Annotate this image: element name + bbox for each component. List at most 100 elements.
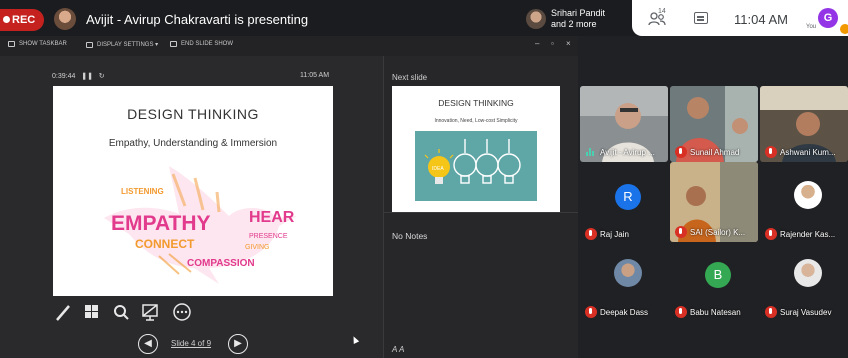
slide-title: DESIGN THINKING	[127, 106, 259, 122]
word-empathy: EMPATHY	[111, 212, 211, 235]
participant-photo-avatar	[614, 259, 642, 287]
show-taskbar-button[interactable]: SHOW TASKBAR	[8, 41, 67, 47]
next-slide-button[interactable]: ▶	[228, 334, 248, 354]
mic-off-icon	[675, 226, 687, 238]
participant-tile[interactable]: Deepak Dass	[580, 246, 668, 322]
slideshow-timer: 0:39:44 ❚❚ ↻	[52, 72, 105, 80]
display-settings-button[interactable]: DISPLAY SETTINGS ▾	[86, 41, 158, 48]
top-bar: REC Avijit - Avirup Chakravarti is prese…	[0, 0, 848, 36]
presenter-toolbar: SHOW TASKBAR DISPLAY SETTINGS ▾ END SLID…	[0, 36, 578, 56]
participant-name: Raj Jain	[600, 230, 629, 239]
participant-avatar	[526, 9, 546, 29]
speaking-icon	[586, 148, 596, 156]
pen-icon[interactable]	[56, 305, 70, 321]
bulb-label: IDEA	[432, 166, 444, 172]
word-presence: PRESENCE	[249, 233, 288, 240]
participant-name: SAI (Sailor) K...	[690, 228, 746, 237]
participant-tile[interactable]: SAI (Sailor) K...	[670, 162, 758, 242]
presenting-text: Avijit - Avirup Chakravarti is presentin…	[86, 12, 309, 27]
meeting-time: 11:04 AM	[734, 12, 788, 27]
recording-badge: REC	[0, 9, 44, 31]
light-bulbs-image: IDEA	[415, 131, 537, 201]
current-slide: DESIGN THINKING Empathy, Understanding &…	[53, 86, 333, 296]
participant-name: Sunail Ahmad	[690, 148, 740, 157]
word-hear: HEAR	[249, 209, 295, 226]
pause-icon[interactable]: ❚❚	[77, 73, 97, 80]
next-slide-panel: Next slide DESIGN THINKING Innovation, N…	[383, 56, 579, 358]
chip-line-2: and 2 more	[551, 19, 597, 29]
show-taskbar-label: SHOW TASKBAR	[19, 41, 67, 47]
slide-subtitle: Empathy, Understanding & Immersion	[108, 138, 278, 149]
chat-icon[interactable]	[694, 12, 708, 24]
taskbar-icon	[8, 41, 15, 47]
participant-name: Rajender Kas...	[780, 230, 836, 239]
mic-off-icon	[585, 306, 597, 318]
participant-photo-avatar	[794, 259, 822, 287]
mic-off-icon	[675, 146, 687, 158]
font-size-controls[interactable]: A A	[392, 345, 404, 354]
word-giving: GIVING	[245, 244, 270, 251]
empathy-bird-word-cloud: LISTENING EMPATHY HEAR CONNECT PRESENCE …	[104, 166, 297, 284]
participant-name: Deepak Dass	[600, 308, 649, 317]
mic-off-icon	[765, 228, 777, 240]
chevron-left-icon: ◀	[144, 338, 152, 349]
participant-initial-avatar: R	[615, 184, 641, 210]
participant-tile[interactable]: Suraj Vasudev	[760, 246, 848, 322]
participant-name: Babu Natesan	[690, 308, 741, 317]
next-slide-preview[interactable]: DESIGN THINKING Innovation, Need, Low-co…	[392, 86, 560, 212]
minimize-icon[interactable]: –	[535, 39, 539, 48]
end-slideshow-label: END SLIDE SHOW	[181, 41, 234, 47]
notification-dot-icon	[840, 24, 848, 34]
mic-off-icon	[585, 228, 597, 240]
word-compassion: COMPASSION	[187, 258, 255, 269]
participant-photo-avatar	[794, 181, 822, 209]
timer-value: 0:39:44	[52, 73, 76, 80]
participant-name: Avijit - Avirup ...	[600, 148, 655, 157]
participant-count: 14	[658, 8, 666, 15]
rec-label: REC	[12, 14, 36, 26]
restore-icon[interactable]: ▫	[551, 39, 554, 48]
mic-off-icon	[765, 146, 777, 158]
participant-name: Ashwani Kum...	[780, 148, 836, 157]
raised-participants-chip[interactable]: Srihari Pandit and 2 more	[523, 6, 633, 32]
presenter-tools	[56, 303, 191, 321]
mouse-cursor	[350, 335, 360, 344]
slides-grid-icon[interactable]	[85, 305, 98, 318]
display-settings-label: DISPLAY SETTINGS ▾	[97, 42, 159, 48]
chip-line-1: Srihari Pandit	[551, 8, 606, 18]
reset-timer-icon[interactable]: ↻	[99, 73, 105, 80]
meeting-controls-bar: 14 11:04 AM G You	[632, 0, 848, 36]
previous-slide-button[interactable]: ◀	[138, 334, 158, 354]
participant-tile[interactable]: R Raj Jain	[580, 168, 668, 244]
slide-counter[interactable]: Slide 4 of 9	[171, 339, 211, 348]
next-slide-subtitle: Innovation, Need, Low-cost Simplicity	[434, 118, 518, 124]
end-slideshow-button[interactable]: END SLIDE SHOW	[170, 41, 233, 47]
participant-tile[interactable]: Rajender Kas...	[760, 168, 848, 244]
participant-name: Suraj Vasudev	[780, 308, 832, 317]
participant-tile[interactable]: Ashwani Kum...	[760, 86, 848, 162]
next-slide-title: DESIGN THINKING	[438, 98, 514, 108]
notes-text: No Notes	[392, 231, 428, 241]
next-slide-label: Next slide	[392, 73, 428, 82]
slide-navigation: ◀ Slide 4 of 9 ▶	[138, 334, 253, 354]
meet-window: REC Avijit - Avirup Chakravarti is prese…	[0, 0, 848, 358]
end-show-icon	[170, 41, 177, 47]
speaker-notes[interactable]: No Notes A A	[384, 212, 579, 358]
user-avatar[interactable]: G	[818, 8, 838, 28]
mic-off-icon	[675, 306, 687, 318]
zoom-icon[interactable]	[114, 305, 129, 320]
participant-tile[interactable]: B Babu Natesan	[670, 246, 758, 322]
close-icon[interactable]: ×	[566, 39, 571, 48]
presenter-view: SHOW TASKBAR DISPLAY SETTINGS ▾ END SLID…	[0, 36, 579, 358]
word-connect: CONNECT	[135, 237, 195, 251]
chevron-right-icon: ▶	[234, 338, 242, 349]
you-label: You	[806, 24, 817, 30]
participants-grid: Avijit - Avirup ... Sunail Ahmad Ashwani…	[578, 36, 848, 358]
display-icon	[86, 41, 93, 48]
participant-tile[interactable]: Avijit - Avirup ...	[580, 86, 668, 162]
more-options-icon[interactable]	[173, 303, 191, 321]
clock: 11:05 AM	[300, 72, 330, 79]
presenter-avatar	[54, 8, 76, 30]
participant-tile[interactable]: Sunail Ahmad	[670, 86, 758, 162]
black-screen-icon[interactable]	[142, 304, 158, 321]
